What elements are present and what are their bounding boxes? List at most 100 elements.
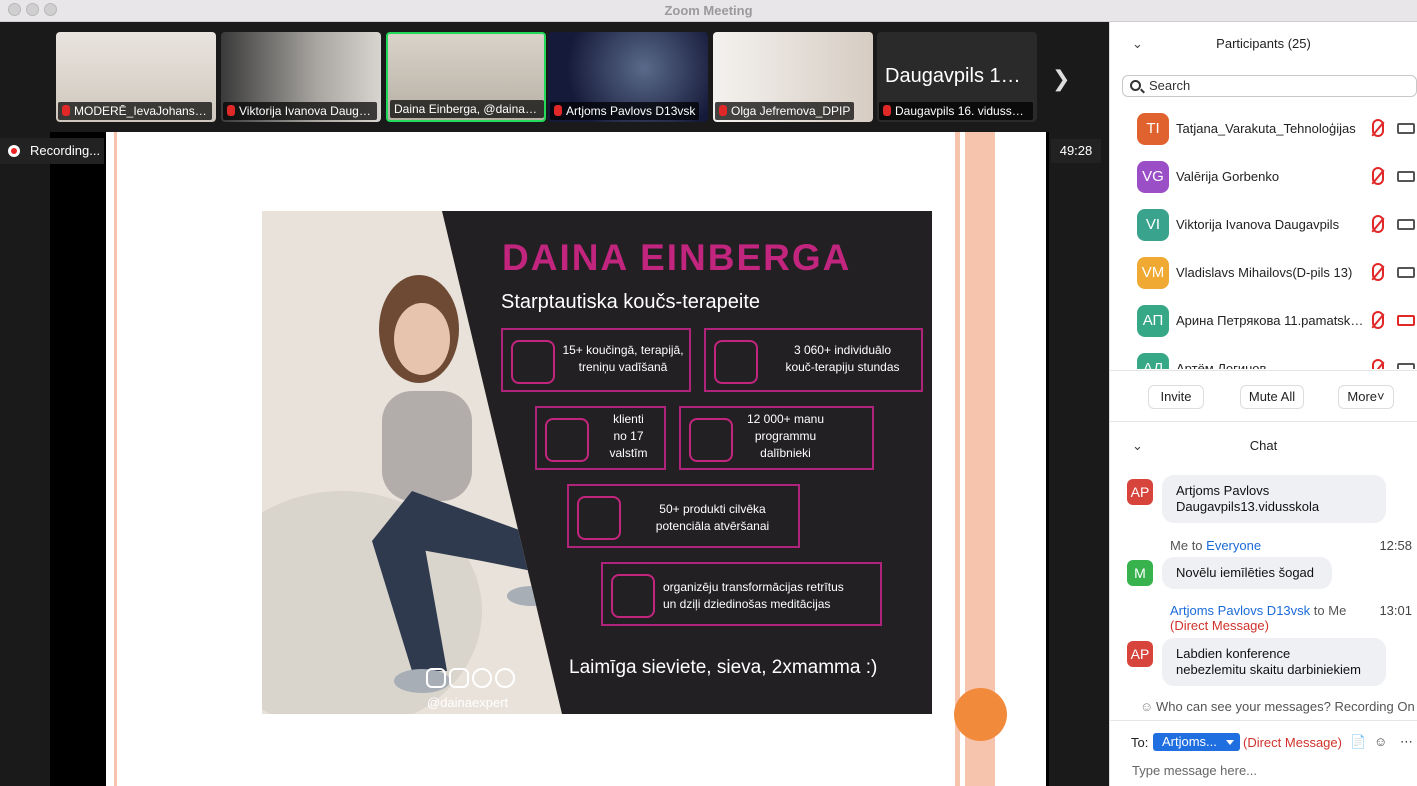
file-icon[interactable]: 📄 (1350, 734, 1366, 750)
camera-icon[interactable] (1397, 219, 1415, 230)
chat-messages: AP Artjoms Pavlovs Daugavpils13.vidussko… (1110, 468, 1417, 690)
participant-name-tile: Daugavpils 16. vidusskola (885, 65, 1037, 87)
muted-mic-icon[interactable] (1372, 263, 1384, 281)
meeting-timer: 49:28 (1051, 139, 1101, 163)
chevron-down-icon[interactable]: ⌄ (1132, 22, 1143, 66)
stat-text: 50+ produkti cilvēka potenciāla atvēršana… (655, 502, 770, 533)
shared-screen: DAINA EINBERGA Starptautiska koučs-terap… (50, 132, 1049, 786)
avatar: VI (1137, 209, 1169, 241)
muted-mic-icon[interactable] (1372, 167, 1384, 185)
avatar: AP (1127, 641, 1153, 667)
participant-name: Valērija Gorbenko (1176, 169, 1280, 184)
person-illustration (262, 275, 557, 714)
avatar: АЛ (1137, 353, 1169, 369)
mute-all-button[interactable]: Mute All (1240, 385, 1304, 409)
avatar: AP (1127, 479, 1153, 505)
participant-list: TI Tatjana_Varakuta_Tehnoloģijas VG Valē… (1110, 105, 1417, 369)
participants-header: ⌄ Participants (25) (1110, 22, 1417, 66)
chevron-right-icon[interactable]: ❯ (1052, 66, 1070, 92)
recipient-select[interactable]: Artjoms... (1153, 733, 1240, 751)
participant-actions: Invite Mute All More˅ (1110, 370, 1417, 422)
participant-name: Vladislavs Mihailovs(D-pils 13) (1176, 265, 1353, 280)
to-word: to (1313, 603, 1325, 618)
muted-mic-icon[interactable] (1372, 119, 1384, 137)
thumbnail-name: Olga Jefremova_DPIP (715, 102, 855, 120)
recording-indicator[interactable]: Recording... (0, 138, 104, 164)
participant-row[interactable]: VG Valērija Gorbenko (1110, 153, 1417, 201)
participant-search-input[interactable]: Search (1122, 75, 1417, 97)
video-thumbnail[interactable]: MODERĒ_IevaJohansone (56, 32, 216, 122)
participant-row[interactable]: АП Арина Петрякова 11.pamatskola (1110, 297, 1417, 345)
avatar: АП (1137, 305, 1169, 337)
more-options-icon[interactable]: ⋯ (1400, 734, 1413, 750)
slide-subtitle: Starptautiska koučs-terapeite (501, 291, 761, 313)
chevron-down-icon[interactable]: ⌄ (1132, 424, 1143, 468)
direct-message-tag: (Direct Message) (1170, 618, 1269, 633)
participant-row[interactable]: VI Viktorija Ivanova Daugavpils (1110, 201, 1417, 249)
camera-icon[interactable] (1397, 123, 1415, 134)
chat-message-input[interactable]: Type message here... (1132, 763, 1257, 778)
chat-message: Labdien konference nebezlemitu skaitu da… (1162, 638, 1386, 686)
stat-text: organizēju transformācijas retrītus un dz… (663, 580, 844, 611)
camera-icon[interactable] (1397, 267, 1415, 278)
slide-border (955, 132, 960, 786)
stat-text: 3 060+ individuālo kouč-terapiju stundas (785, 343, 900, 374)
participants-title: Participants (25) (1216, 36, 1311, 51)
participant-row[interactable]: VM Vladislavs Mihailovs(D-pils 13) (1110, 249, 1417, 297)
video-thumbnail[interactable]: Olga Jefremova_DPIP (713, 32, 873, 122)
chat-message: Novēlu iemīlēties šogad (1162, 557, 1332, 589)
thumbnail-name: Artjoms Pavlovs D13vsk (550, 102, 700, 120)
camera-icon[interactable] (1397, 171, 1415, 182)
more-label: More (1347, 389, 1378, 404)
profile-photo (262, 211, 562, 714)
more-button[interactable]: More˅ (1338, 385, 1394, 409)
muted-mic-icon[interactable] (1372, 215, 1384, 233)
participant-row[interactable]: TI Tatjana_Varakuta_Tehnoloģijas (1110, 105, 1417, 153)
avatar: VM (1137, 257, 1169, 289)
invite-button[interactable]: Invite (1148, 385, 1204, 409)
avatar: M (1127, 560, 1153, 586)
people-icon: ☺ (1140, 699, 1154, 714)
participant-name: Tatjana_Varakuta_Tehnoloģijas (1176, 121, 1356, 136)
chevron-down-icon: ˅ (1377, 389, 1385, 404)
video-thumbnail[interactable]: Daugavpils 16. vidusskola Daugavpils 16.… (877, 32, 1037, 122)
recording-label: Recording... (30, 143, 101, 158)
record-icon (8, 145, 20, 157)
participant-name: Viktorija Ivanova Daugavpils (1176, 217, 1340, 232)
participant-name: Арина Петрякова 11.pamatskola (1176, 313, 1366, 328)
sender[interactable]: Artjoms Pavlovs D13vsk (1170, 603, 1310, 618)
window-title: Zoom Meeting (664, 3, 753, 18)
globe-icon (545, 418, 589, 462)
sender: Me (1170, 538, 1189, 553)
muted-mic-icon[interactable] (1372, 359, 1384, 369)
message-text: nebezlemitu skaitu darbiniekiem (1176, 662, 1361, 677)
pointer-dot (954, 688, 1007, 741)
muted-mic-icon[interactable] (1372, 311, 1384, 329)
chat-header: ⌄ Chat (1110, 424, 1417, 468)
who-can-see-link[interactable]: ☺ Who can see your messages? Recording O… (1110, 697, 1417, 717)
thumbnail-name: Daugavpils 16. vidusskola (879, 102, 1033, 120)
message-meta: Artjoms Pavlovs D13vsk to Me (Direct Mes… (1170, 603, 1346, 633)
window-titlebar: Zoom Meeting (0, 0, 1417, 22)
thumbnail-name: Viktorija Ivanova Daugavpils (223, 102, 377, 120)
avatar: TI (1137, 113, 1169, 145)
message-text: Labdien konference (1176, 646, 1291, 661)
camera-icon[interactable] (1397, 363, 1415, 369)
muted-mic-icon (719, 105, 727, 116)
side-panel: ⌄ Participants (25) Search TI Tatjana_Va… (1109, 22, 1417, 786)
video-thumbnail[interactable]: Viktorija Ivanova Daugavpils (221, 32, 381, 122)
stat-text: 12 000+ manu programmu dalībnieki (746, 412, 825, 460)
who-can-see-text: Who can see your messages? Recording On (1156, 699, 1415, 714)
social-handle: @dainaexpert (427, 695, 509, 710)
recipient[interactable]: Everyone (1206, 538, 1261, 553)
slide-footer: Laimīga sieviete, sieva, 2xmamma :) (569, 657, 878, 678)
participant-row[interactable]: АЛ Артём Логинов (1110, 345, 1417, 369)
active-speaker-thumbnail[interactable]: Daina Einberga, @dainaexpert (386, 32, 546, 122)
camera-off-icon[interactable] (1397, 315, 1415, 326)
emoji-icon[interactable]: ☺ (1374, 734, 1387, 749)
video-thumbnail[interactable]: Artjoms Pavlovs D13vsk (548, 32, 708, 122)
tiktok-icon (449, 668, 469, 688)
avatar: VG (1137, 161, 1169, 193)
search-icon (1130, 80, 1141, 91)
thumbnail-name: Daina Einberga, @dainaexpert (390, 100, 544, 118)
